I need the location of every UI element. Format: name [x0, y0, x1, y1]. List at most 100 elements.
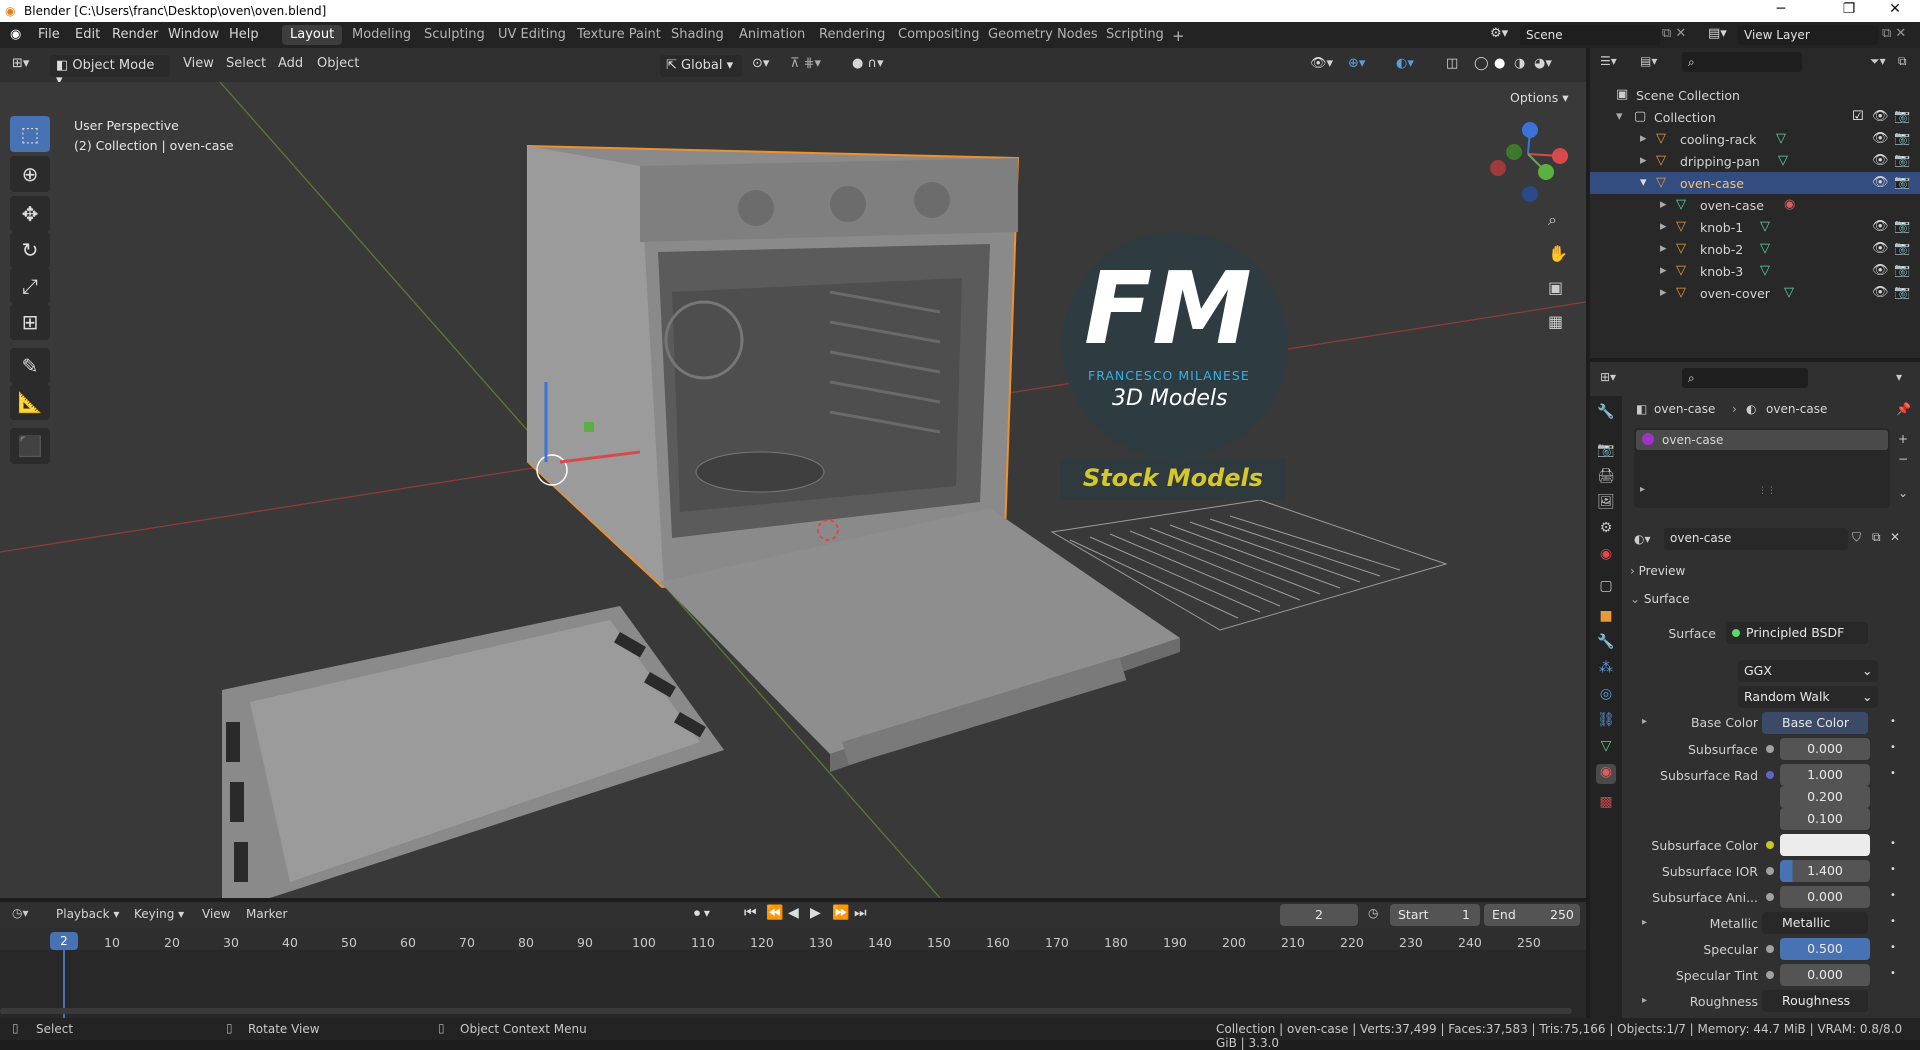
fake-user-icon[interactable]: ⛉ — [1852, 530, 1861, 545]
tab-uv-editing[interactable]: UV Editing — [490, 25, 574, 45]
drag-dot-icon[interactable]: • — [1890, 968, 1896, 979]
outliner-collection[interactable]: ▾ ▢ Collection ☑ 👁 📷 — [1590, 106, 1920, 128]
menu-render[interactable]: Render — [112, 27, 158, 42]
socket-icon[interactable] — [1766, 971, 1774, 979]
render-tab-icon[interactable]: 📷 — [1596, 442, 1616, 462]
object-menu[interactable]: Object — [317, 56, 359, 76]
socket-icon[interactable] — [1766, 841, 1774, 849]
tool-move[interactable]: ✥ — [10, 196, 50, 232]
prev-keyframe-icon[interactable]: ⏪ — [766, 905, 783, 921]
socket-icon[interactable] — [1766, 867, 1774, 875]
breadcrumb-object[interactable]: oven-case — [1654, 402, 1715, 416]
socket-icon[interactable] — [1766, 771, 1774, 779]
expand-icon[interactable]: ▸ — [1640, 131, 1647, 146]
menu-help[interactable]: Help — [229, 27, 259, 42]
tool-annotate[interactable]: ✎ — [10, 348, 50, 384]
current-frame-field[interactable]: 2 — [1280, 904, 1358, 926]
drag-dot-icon[interactable]: • — [1890, 916, 1896, 927]
specular-tint-field[interactable]: 0.000 — [1780, 964, 1870, 986]
expand-icon[interactable]: ▸ — [1642, 917, 1647, 928]
socket-icon[interactable] — [1766, 745, 1774, 753]
checkbox-icon[interactable]: ☑ — [1852, 109, 1864, 124]
add-slot-button[interactable]: + — [1898, 432, 1908, 446]
particles-tab-icon[interactable]: ⁂ — [1596, 660, 1616, 680]
navigation-gizmo[interactable] — [1490, 122, 1568, 202]
keying-menu[interactable]: Keying ▾ — [134, 907, 184, 921]
overlay-toggle-icon[interactable]: ◐▾ — [1396, 56, 1414, 76]
pin-icon[interactable]: 📌 — [1896, 402, 1911, 416]
record-icon[interactable]: ⏺ ▾ — [694, 906, 710, 921]
shading-solid-icon[interactable]: ● — [1494, 56, 1505, 76]
collection-tab-icon[interactable]: ▢ — [1596, 578, 1616, 598]
maximize-button[interactable]: ❐ — [1826, 1, 1872, 21]
expand-list-icon[interactable]: ▸ — [1640, 484, 1645, 495]
add-menu[interactable]: Add — [278, 56, 303, 76]
3d-viewport[interactable]: User Perspective (2) Collection | oven-c… — [0, 82, 1586, 898]
pan-hand-icon[interactable]: ✋ — [1548, 244, 1568, 263]
camera-view-icon[interactable]: ▣ — [1548, 278, 1563, 297]
scene-tab-icon[interactable]: ⚙ — [1596, 520, 1616, 540]
tab-scripting[interactable]: Scripting — [1098, 25, 1172, 45]
subsurface-field[interactable]: 0.000 — [1780, 738, 1870, 760]
eye-icon[interactable]: 👁 — [1872, 153, 1889, 168]
menu-window[interactable]: Window — [168, 27, 219, 42]
world-tab-icon[interactable]: ◉ — [1596, 546, 1616, 566]
socket-icon[interactable] — [1766, 893, 1774, 901]
marker-menu[interactable]: Marker — [246, 907, 287, 921]
object-tab-icon[interactable]: ■ — [1596, 608, 1616, 628]
start-frame-field[interactable]: Start 1 — [1390, 904, 1480, 926]
editor-type-icon[interactable]: ⊞▾ — [12, 56, 29, 76]
timeline-scrollbar[interactable] — [0, 1008, 1572, 1014]
browse-material-icon[interactable]: ◐▾ — [1634, 532, 1651, 546]
add-workspace-button[interactable]: + — [1164, 25, 1193, 45]
roughness-link[interactable]: Roughness — [1762, 990, 1868, 1012]
eye-icon[interactable]: 👁 — [1872, 175, 1889, 190]
scene-actions-icon[interactable]: ⧉ ✕ — [1662, 26, 1686, 41]
view-layer-selector[interactable]: View Layer — [1738, 25, 1878, 45]
shading-material-icon[interactable]: ◑ — [1514, 56, 1525, 76]
expand-icon[interactable]: ▸ — [1660, 197, 1667, 212]
drag-dot-icon[interactable]: • — [1890, 768, 1896, 779]
dripping-pan-model[interactable] — [222, 606, 724, 898]
play-icon[interactable]: ▶ — [810, 905, 821, 921]
physics-tab-icon[interactable]: ◎ — [1596, 686, 1616, 706]
expand-icon[interactable]: ▸ — [1660, 241, 1667, 256]
drag-dot-icon[interactable]: • — [1890, 890, 1896, 901]
expand-icon[interactable]: ▸ — [1660, 285, 1667, 300]
material-slot-list[interactable]: oven-case ▸ ⋮⋮ — [1634, 428, 1890, 508]
camera-icon[interactable]: 📷 — [1894, 131, 1910, 146]
tab-geometry-nodes[interactable]: Geometry Nodes — [980, 25, 1106, 45]
eye-icon[interactable]: 👁 — [1872, 109, 1889, 124]
outliner-item-oven-case[interactable]: ▾ ▽ oven-case 👁 📷 — [1590, 172, 1920, 194]
orientation-dropdown[interactable]: ⇱ Global ▾ — [660, 55, 742, 77]
outliner-item-knob-3[interactable]: ▸ ▽ knob-3 ▽ 👁 📷 — [1590, 260, 1920, 282]
constraints-tab-icon[interactable]: ⛓ — [1596, 712, 1616, 732]
outliner-item-knob-2[interactable]: ▸ ▽ knob-2 ▽ 👁 📷 — [1590, 238, 1920, 260]
blender-menu-icon[interactable]: ◉ — [10, 27, 21, 42]
new-collection-icon[interactable]: ⧉ — [1898, 54, 1907, 69]
view-menu[interactable]: View — [183, 56, 214, 76]
expand-icon[interactable]: ▸ — [1660, 263, 1667, 278]
eye-icon[interactable]: 👁 — [1872, 241, 1889, 256]
properties-options-icon[interactable]: ▾ — [1896, 370, 1902, 384]
subsurface-anisotropy-field[interactable]: 0.000 — [1780, 886, 1870, 908]
scene-selector[interactable]: Scene — [1520, 25, 1660, 45]
camera-icon[interactable]: 📷 — [1894, 219, 1910, 234]
menu-edit[interactable]: Edit — [75, 27, 100, 42]
subsurface-radius-y[interactable]: 0.200 — [1780, 786, 1870, 808]
specular-field[interactable]: 0.500 — [1780, 938, 1870, 960]
preview-panel-header[interactable]: › Preview — [1630, 564, 1910, 586]
timeline-view-menu[interactable]: View — [202, 907, 230, 921]
subsurface-method-dropdown[interactable]: Random Walk ⌄ — [1738, 686, 1878, 708]
drag-dot-icon[interactable]: • — [1890, 942, 1896, 953]
mesh-data-tab-icon[interactable]: ▽ — [1596, 738, 1616, 758]
tab-texture-paint[interactable]: Texture Paint — [569, 25, 669, 45]
outliner-item-knob-1[interactable]: ▸ ▽ knob-1 ▽ 👁 📷 — [1590, 216, 1920, 238]
resize-handle-icon[interactable]: ⋮⋮ — [1758, 486, 1776, 496]
slot-menu-icon[interactable]: ⌄ — [1898, 486, 1908, 500]
preview-range-icon[interactable]: ◷ — [1368, 906, 1378, 920]
properties-editor-icon[interactable]: ⊞▾ — [1600, 370, 1616, 384]
surface-panel-header[interactable]: ⌄ Surface — [1630, 592, 1910, 614]
tab-rendering[interactable]: Rendering — [811, 25, 893, 45]
tool-select-box[interactable]: ⬚ — [10, 116, 50, 152]
